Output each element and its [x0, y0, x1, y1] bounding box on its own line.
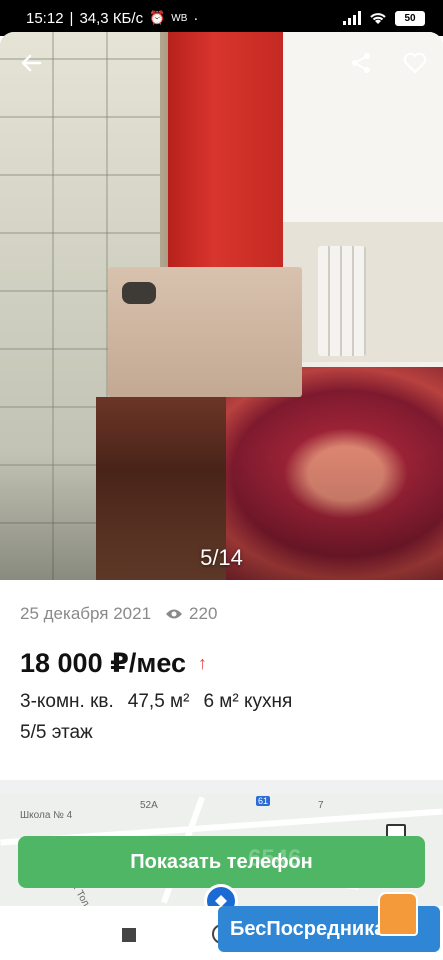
status-time: 15:12: [26, 9, 64, 27]
area: 47,5 м²: [127, 691, 190, 712]
price-up-icon: ↑: [198, 653, 208, 673]
arrow-left-icon: [21, 54, 42, 72]
mascot-icon: [378, 892, 418, 936]
kitchen-area: 6 м² кухня: [203, 691, 293, 712]
recents-icon[interactable]: [122, 928, 136, 942]
price-row: 18 000 ₽/мес ↑: [20, 648, 207, 679]
signal-icon: [343, 11, 361, 25]
map-label-house: 7: [318, 800, 324, 811]
wifi-icon: [370, 13, 386, 24]
status-bar: 15:12 | 34,3 КБ/с ⏰ WB · 50: [0, 0, 443, 36]
views-count: 220: [189, 604, 218, 623]
favorite-button[interactable]: [400, 48, 430, 78]
eye-icon: [166, 609, 183, 619]
map-watermark: 6546: [248, 845, 302, 872]
share-icon: [352, 53, 370, 73]
listing-details: 3-комн. кв. 47,5 м² 6 м² кухня: [20, 691, 292, 713]
map-label-school: Школа № 4: [20, 810, 73, 821]
price: 18 000 ₽/мес: [20, 648, 187, 678]
map-label-stop: 61: [256, 796, 271, 806]
meta-row: 25 декабря 2021 220: [20, 604, 217, 624]
alarm-icon: ⏰: [149, 10, 166, 25]
views-counter: 220: [165, 604, 217, 624]
share-button[interactable]: [346, 48, 376, 78]
heart-icon: [403, 52, 427, 73]
listing-date: 25 декабря 2021: [20, 604, 152, 623]
status-carrier: WB: [171, 12, 188, 24]
map-label-building: 52А: [140, 800, 158, 811]
section-divider: [0, 780, 443, 794]
battery-icon: 50: [395, 10, 425, 26]
brand-name: БесПосредника: [230, 917, 386, 940]
status-speed: 34,3 КБ/с: [79, 9, 144, 27]
photo-counter: 5/14: [200, 545, 243, 570]
listing-info: 25 декабря 2021 220 18 000 ₽/мес ↑ 3-ком…: [0, 580, 443, 780]
show-phone-button[interactable]: Показать телефон: [18, 836, 425, 888]
listing-photo[interactable]: [0, 32, 443, 580]
floor: 5/5 этаж: [20, 722, 93, 743]
rooms: 3-комн. кв.: [20, 691, 114, 712]
back-button[interactable]: [16, 48, 46, 78]
